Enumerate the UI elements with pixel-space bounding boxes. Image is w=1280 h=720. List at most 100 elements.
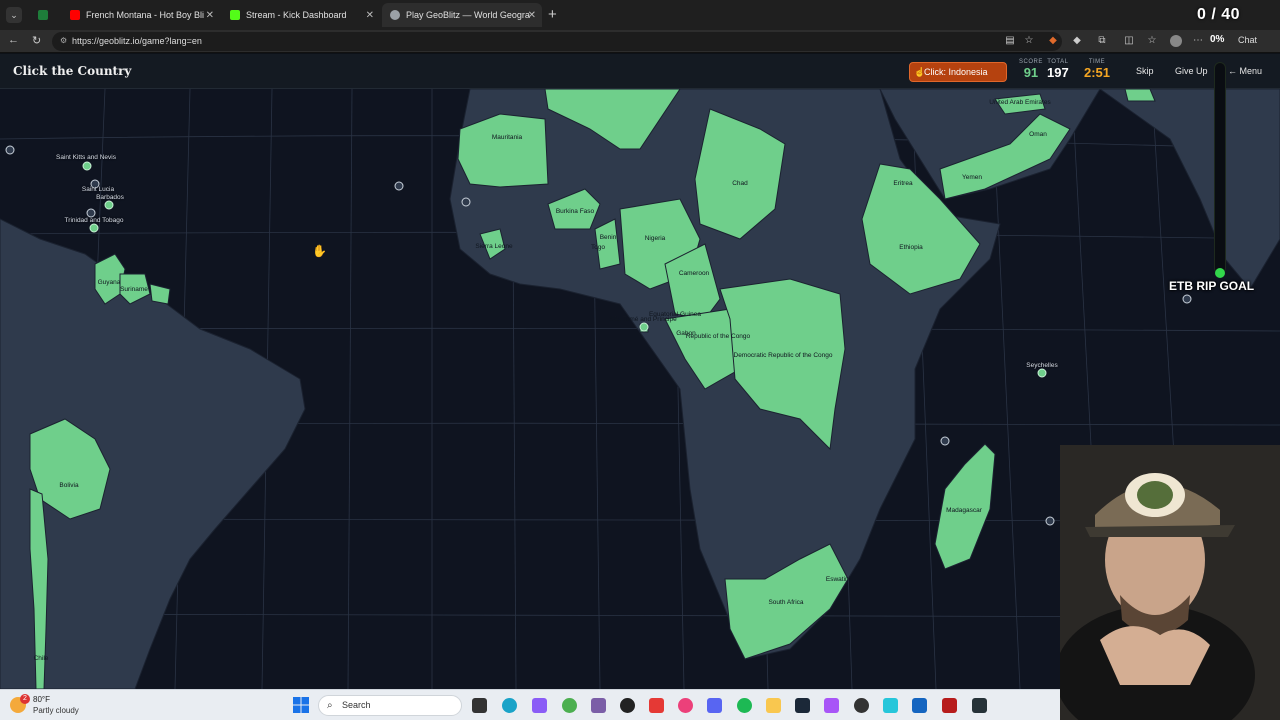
tab-kick[interactable]: Stream - Kick Dashboard ✕ — [222, 3, 380, 27]
score-stat: SCORE 91 — [1019, 59, 1043, 80]
tab-label: Play GeoBlitz — World Geography — [406, 10, 530, 20]
tab-youtube[interactable]: French Montana - Hot Boy Bling ft ✕ — [62, 3, 220, 27]
country-label: Chad — [732, 180, 748, 187]
tab-list-button[interactable]: ⌄ — [6, 7, 22, 23]
island-marker[interactable] — [1037, 368, 1047, 378]
country-label: Yemen — [962, 174, 982, 181]
island-marker[interactable] — [940, 436, 950, 446]
extension-icon[interactable]: ◆ — [1071, 35, 1083, 47]
country-french-guiana[interactable] — [149, 283, 171, 305]
tab-geoblitz[interactable]: Play GeoBlitz — World Geography ✕ — [382, 3, 542, 27]
app-icon[interactable] — [649, 698, 664, 713]
give-up-button[interactable]: Give Up — [1175, 66, 1208, 76]
reload-icon[interactable]: ↻ — [32, 34, 41, 47]
more-icon[interactable]: ⋯ — [1192, 35, 1204, 47]
favorite-star-icon[interactable]: ☆ — [1023, 35, 1035, 47]
country-label: United Arab Emirates — [989, 99, 1051, 106]
new-tab-button[interactable]: + — [548, 6, 557, 23]
country-label: Mauritania — [491, 134, 523, 141]
spotify-icon[interactable] — [737, 698, 752, 713]
country-label: Nigeria — [644, 235, 666, 242]
country-label: Guyana — [97, 279, 121, 286]
webcam-person-image — [1060, 445, 1280, 720]
app-icon[interactable] — [854, 698, 869, 713]
back-arrow-icon: ← — [1228, 66, 1240, 76]
goal-label: ETB RIP GOAL — [1169, 279, 1255, 293]
app-icon[interactable] — [591, 698, 606, 713]
island-marker[interactable] — [639, 322, 649, 332]
app-icon[interactable] — [824, 698, 839, 713]
goal-progress-bar — [1214, 62, 1226, 274]
country-label: Saint Kitts and Nevis — [56, 154, 116, 161]
weather-temperature[interactable]: 80°F — [33, 695, 50, 704]
country-label: Chile — [33, 655, 49, 662]
split-screen-icon[interactable]: ◫ — [1123, 35, 1135, 47]
island-marker[interactable] — [104, 200, 114, 210]
extension-icon[interactable]: ◆ — [1047, 35, 1059, 47]
windows-start-icon[interactable] — [293, 697, 309, 713]
country-label: Sierra Leone — [475, 243, 513, 250]
fx-icon[interactable] — [912, 698, 927, 713]
percent-badge: 0% — [1210, 34, 1225, 45]
kick-icon — [230, 10, 240, 20]
island-marker[interactable] — [1182, 294, 1192, 304]
country-label: Togo — [590, 244, 606, 251]
weather-description[interactable]: Partly cloudy — [33, 706, 79, 715]
reader-icon[interactable]: ▤ — [1004, 35, 1016, 47]
country-label: Cameroon — [678, 270, 710, 277]
time-value: 2:51 — [1084, 65, 1111, 80]
island-marker[interactable] — [461, 197, 471, 207]
score-value: 91 — [1023, 65, 1039, 80]
webcam-overlay — [1060, 445, 1280, 720]
country-label: Benin — [599, 234, 617, 241]
close-tab-icon[interactable]: ✕ — [366, 10, 374, 21]
country-label: Oman — [1029, 131, 1047, 138]
close-tab-icon[interactable]: ✕ — [528, 10, 536, 21]
country-label: Eswatini — [825, 576, 851, 583]
steam-icon[interactable] — [795, 698, 810, 713]
app-icon[interactable] — [942, 698, 957, 713]
extensions-icon[interactable]: ⧉ — [1096, 35, 1108, 47]
cursor-hand-icon: ✋ — [312, 244, 327, 258]
game-header: Click the Country ☝ Click: Indonesia SCO… — [0, 54, 1280, 89]
favorites-icon[interactable]: ☆ — [1146, 35, 1158, 47]
time-stat: TIME 2:51 — [1084, 59, 1110, 80]
country-label: Democratic Republic of the Congo — [733, 352, 833, 359]
search-placeholder: Search — [342, 700, 371, 710]
edge-icon[interactable] — [502, 698, 517, 713]
pinned-tab[interactable] — [30, 3, 58, 27]
island-marker[interactable] — [1045, 516, 1055, 526]
close-tab-icon[interactable]: ✕ — [206, 10, 214, 21]
file-explorer-icon[interactable] — [766, 698, 781, 713]
chat-button[interactable]: Chat — [1238, 35, 1257, 45]
country-mauritania[interactable] — [457, 113, 549, 188]
menu-button[interactable]: ← Menu — [1228, 66, 1262, 76]
url-field[interactable]: https://geoblitz.io/game?lang=en — [52, 32, 1062, 51]
copilot-icon[interactable] — [532, 698, 547, 713]
obs-icon[interactable] — [620, 698, 635, 713]
sheets-icon — [38, 10, 48, 20]
prompt-text: Click: Indonesia — [924, 67, 988, 77]
pointer-hand-icon: ☝ — [914, 67, 926, 77]
country-label: Burkina Faso — [555, 208, 595, 215]
app-icon[interactable] — [883, 698, 898, 713]
app-icon[interactable] — [972, 698, 987, 713]
target-country-prompt: ☝ Click: Indonesia — [909, 62, 1007, 82]
island-marker[interactable] — [89, 223, 99, 233]
discord-icon[interactable] — [707, 698, 722, 713]
total-stat: TOTAL 197 — [1047, 59, 1069, 80]
skip-button[interactable]: Skip — [1136, 66, 1154, 76]
profile-avatar-icon[interactable] — [1170, 35, 1182, 47]
india-landmass[interactable] — [1099, 89, 1280, 290]
country-label: São Tomé and Príncipe — [609, 316, 677, 323]
island-marker[interactable] — [5, 145, 15, 155]
island-marker[interactable] — [82, 161, 92, 171]
chrome-icon[interactable] — [562, 698, 577, 713]
taskbar-search[interactable]: ⌕ Search — [318, 695, 462, 716]
task-view-icon[interactable] — [472, 698, 487, 713]
island-marker[interactable] — [394, 181, 404, 191]
site-info-icon[interactable]: ⚙ — [60, 36, 67, 45]
music-icon[interactable] — [678, 698, 693, 713]
country-india-partial[interactable] — [1124, 89, 1156, 102]
back-icon[interactable]: ← — [8, 34, 19, 46]
